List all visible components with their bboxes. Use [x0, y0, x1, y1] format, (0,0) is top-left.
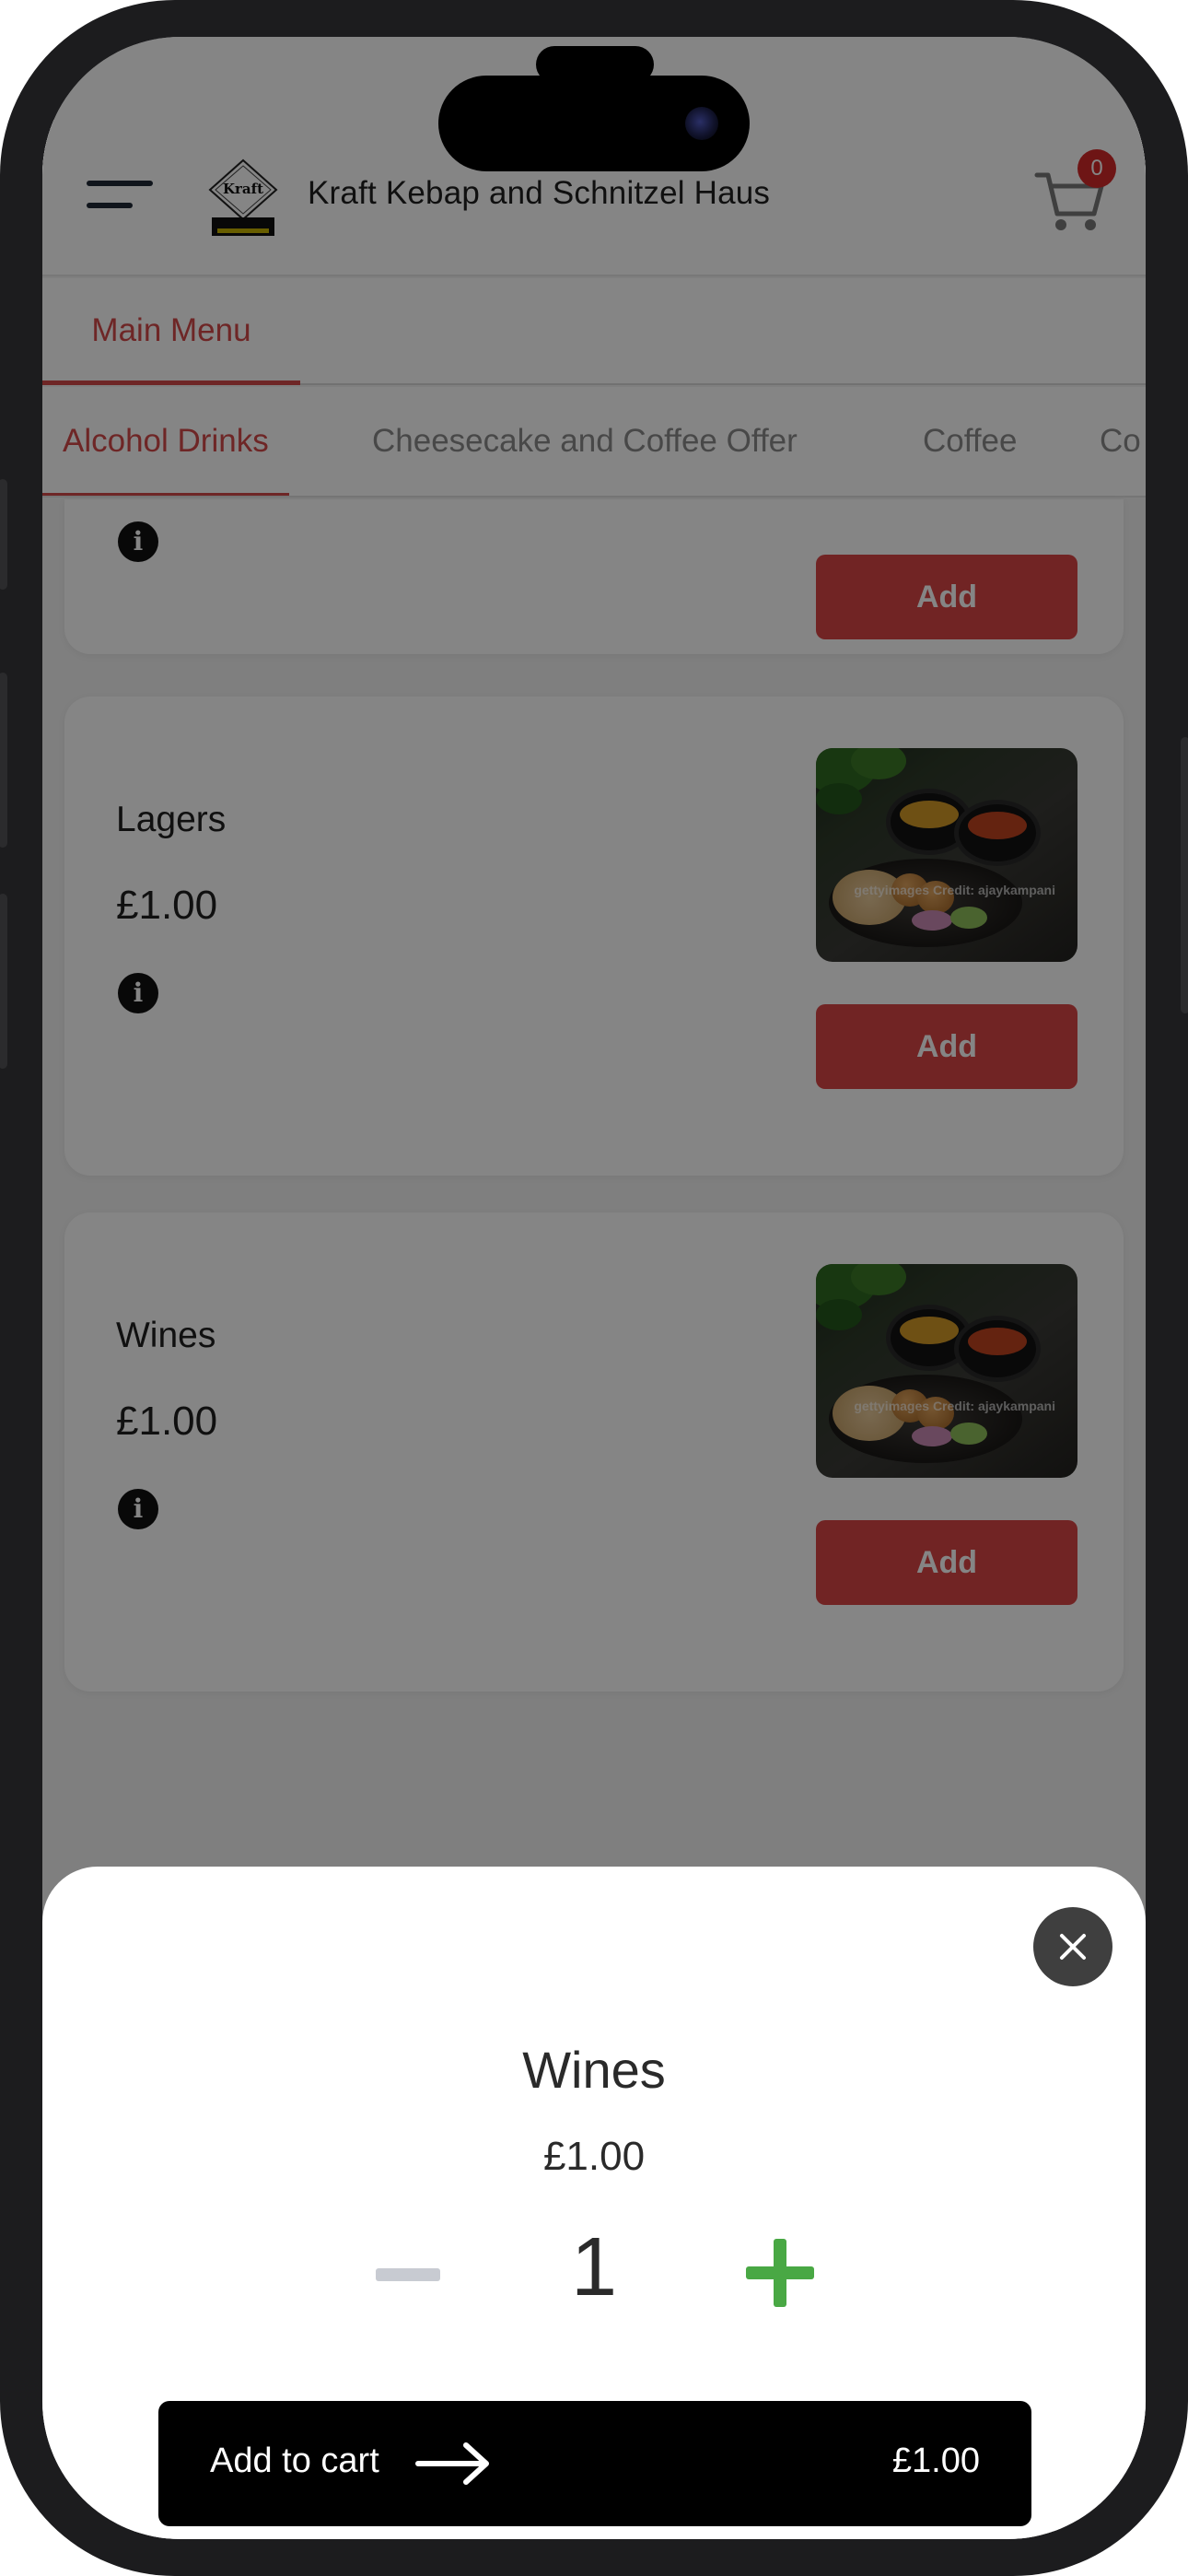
- minus-icon[interactable]: [376, 2268, 440, 2281]
- add-to-cart-total: £1.00: [891, 2441, 980, 2480]
- plus-icon[interactable]: [746, 2239, 814, 2307]
- power-button: [1181, 737, 1188, 1013]
- phone-frame: Kraft Kraft Kebap and Schnitzel Haus 0 M…: [0, 0, 1188, 2576]
- volume-down-button: [0, 894, 7, 1069]
- screen: Kraft Kraft Kebap and Schnitzel Haus 0 M…: [42, 37, 1146, 2539]
- sheet-item-title: Wines: [522, 2041, 666, 2099]
- dynamic-island: [438, 76, 750, 171]
- volume-up-button: [0, 673, 7, 848]
- arrow-right-icon: [414, 2441, 492, 2486]
- add-to-cart-label: Add to cart: [210, 2441, 379, 2480]
- action-button: [0, 479, 7, 590]
- close-icon[interactable]: [1033, 1907, 1112, 1986]
- item-bottom-sheet: Wines £1.00 1 Add to cart £1.00: [42, 1867, 1146, 2539]
- sheet-item-price: £1.00: [542, 2134, 646, 2179]
- quantity-value: 1: [570, 2221, 618, 2313]
- add-to-cart-button[interactable]: Add to cart £1.00: [158, 2401, 1031, 2526]
